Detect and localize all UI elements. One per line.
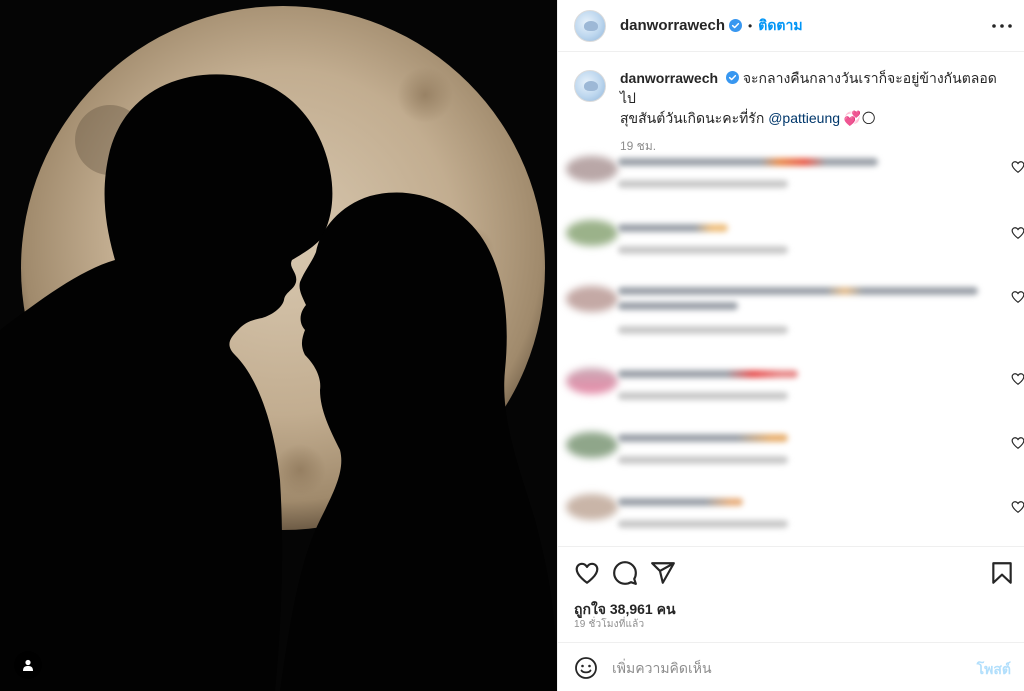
blurred-avatar: [566, 494, 618, 520]
blurred-avatar: [566, 432, 618, 458]
tag-button[interactable]: [14, 651, 42, 679]
blurred-comment-meta: [618, 180, 788, 188]
blurred-comment-text: [618, 158, 878, 166]
caption-username[interactable]: danworrawech: [620, 70, 718, 86]
header-username[interactable]: danworrawech: [620, 17, 725, 34]
caption-line-1: danworrawech จะกลางคืนกลางวันเราก็จะอยู่…: [620, 68, 1010, 108]
caption-line-2: สุขสันต์วันเกิดนะคะที่รัก @pattieung 💞🌕: [620, 108, 1010, 128]
blurred-avatar: [566, 220, 618, 246]
comment-composer: โพสต์: [558, 642, 1024, 691]
heart-icon[interactable]: [574, 560, 600, 586]
comment-row: [558, 364, 1024, 408]
blurred-avatar: [566, 286, 618, 312]
comment-heart-icon[interactable]: [1011, 372, 1024, 386]
share-icon[interactable]: [650, 560, 676, 586]
comments-list[interactable]: [558, 150, 1024, 546]
blurred-comment-meta: [618, 246, 788, 254]
action-bar: [558, 546, 1024, 598]
post-image[interactable]: [0, 0, 557, 691]
comment-icon[interactable]: [612, 560, 638, 586]
blurred-comment-meta: [618, 456, 788, 464]
smiley-icon[interactable]: [574, 656, 598, 680]
comment-heart-icon[interactable]: [1011, 290, 1024, 304]
moon-silhouette-photo: [0, 0, 557, 691]
separator-dot: •: [748, 18, 753, 33]
bookmark-icon[interactable]: [989, 560, 1015, 586]
post-timestamp[interactable]: 19 ชั่วโมงที่แล้ว: [574, 617, 644, 632]
caption-body: danworrawech จะกลางคืนกลางวันเราก็จะอยู่…: [620, 68, 1010, 156]
comment-row: [558, 428, 1024, 472]
caption-avatar[interactable]: [574, 70, 606, 102]
comment-input[interactable]: [612, 656, 962, 680]
blurred-comment-text: [618, 302, 738, 310]
follow-button[interactable]: ติดตาม: [758, 15, 802, 37]
caption-emoji: 💞🌕: [843, 110, 876, 126]
avatar[interactable]: [574, 9, 606, 42]
comment-row: [558, 216, 1024, 260]
comment-heart-icon[interactable]: [1011, 226, 1024, 240]
comment-row: [558, 150, 1024, 194]
blurred-comment-meta: [618, 520, 788, 528]
post-details-panel: danworrawech • ติดตาม danworrawech จะกลา…: [557, 0, 1024, 691]
blurred-avatar: [566, 368, 618, 394]
blurred-comment-text: [618, 224, 728, 232]
caption: danworrawech จะกลางคืนกลางวันเราก็จะอยู่…: [574, 68, 1014, 156]
post-header: danworrawech • ติดตาม: [558, 0, 1024, 52]
comment-heart-icon[interactable]: [1011, 500, 1024, 514]
verified-badge-icon: [725, 71, 739, 84]
blurred-comment-text: [618, 498, 743, 506]
comment-row: [558, 492, 1024, 536]
more-options-glyph: [992, 24, 1012, 28]
blurred-comment-meta: [618, 392, 788, 400]
mention-link[interactable]: @pattieung: [768, 110, 840, 126]
more-options-icon[interactable]: [987, 12, 1017, 40]
blurred-avatar: [566, 156, 618, 182]
post-comment-button[interactable]: โพสต์: [977, 659, 1011, 681]
blurred-comment-text: [618, 287, 978, 295]
comment-row: [558, 282, 1024, 334]
blurred-comment-meta: [618, 326, 788, 334]
blurred-comment-text: [618, 434, 788, 442]
blurred-comment-text: [618, 370, 798, 378]
caption-text-2: สุขสันต์วันเกิดนะคะที่รัก: [620, 110, 765, 126]
verified-badge-icon: [729, 19, 743, 32]
comment-heart-icon[interactable]: [1011, 160, 1024, 174]
comment-heart-icon[interactable]: [1011, 436, 1024, 450]
user-tag-icon: [23, 659, 33, 671]
